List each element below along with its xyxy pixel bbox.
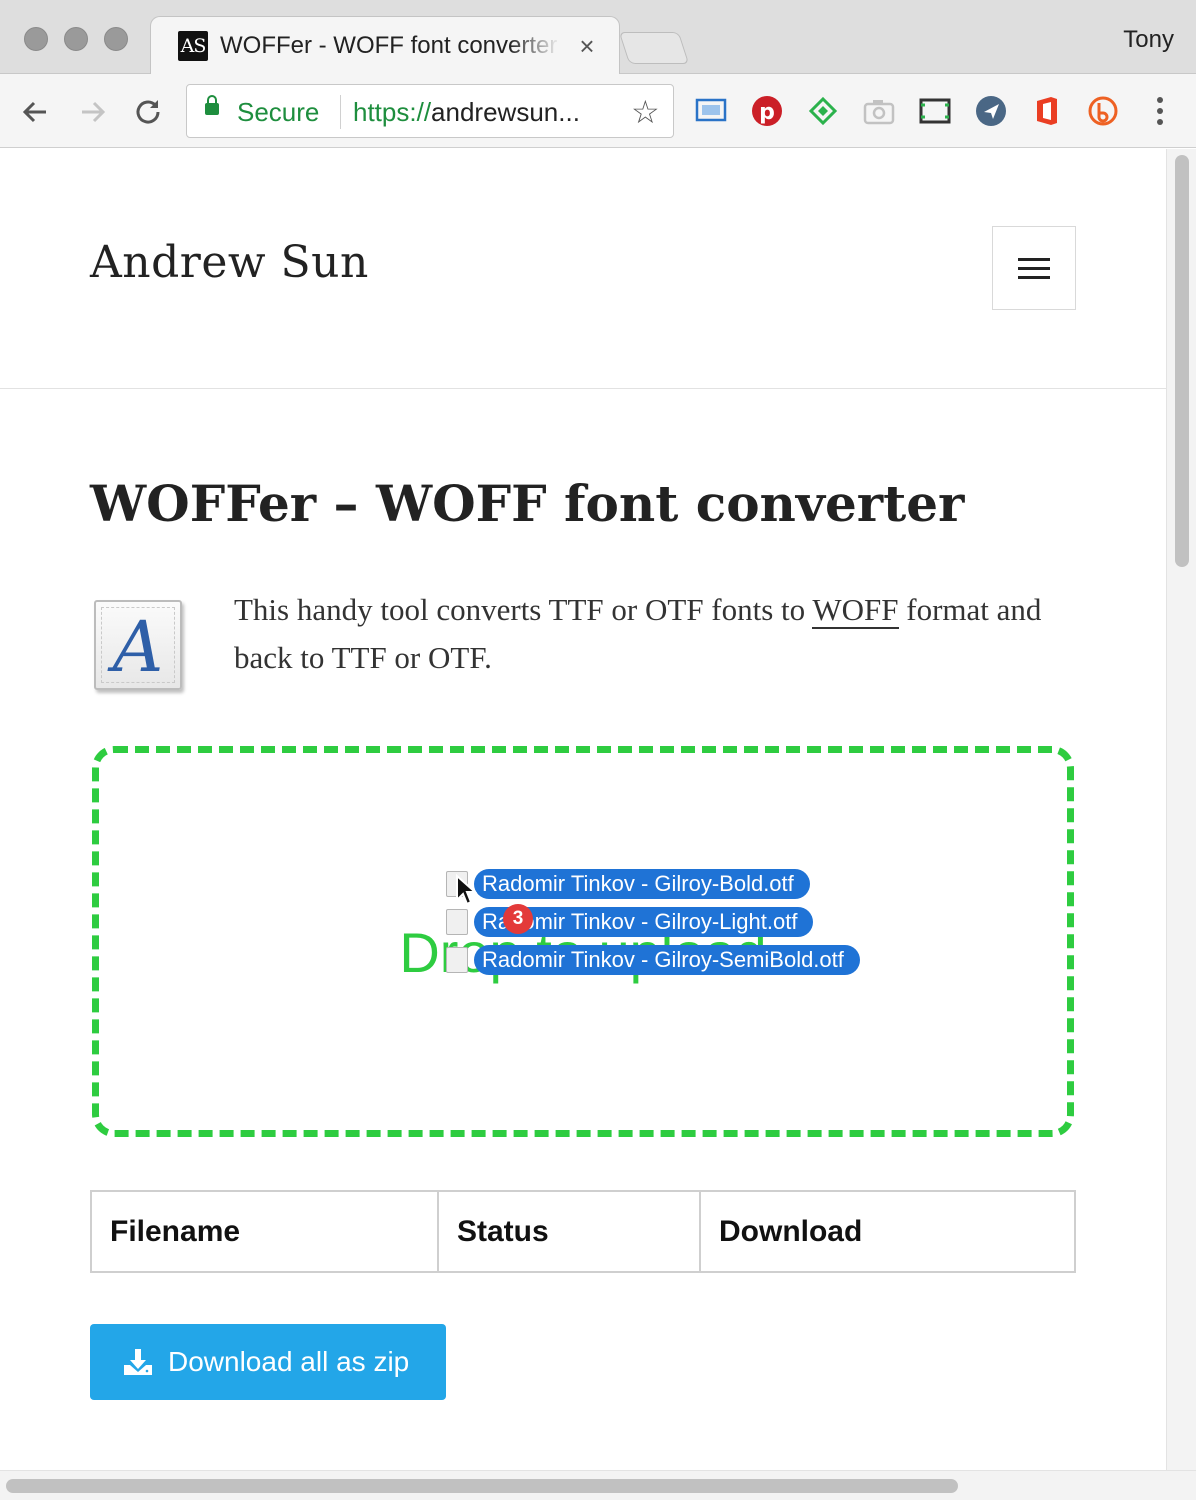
files-table: Filename Status Download <box>90 1190 1076 1273</box>
pinterest-icon[interactable]: p <box>750 94 784 128</box>
lock-icon <box>205 95 219 115</box>
feedly-icon[interactable] <box>806 94 840 128</box>
window-minimize-button[interactable] <box>64 27 88 51</box>
star-icon[interactable]: ☆ <box>631 93 660 131</box>
browser-menu-icon[interactable] <box>1150 94 1170 128</box>
download-icon <box>124 1349 152 1375</box>
vertical-scrollbar[interactable] <box>1166 149 1196 1470</box>
dragged-file-item: Radomir Tinkov - Gilroy-Bold.otf <box>446 869 810 899</box>
page-viewport: Andrew Sun WOFFer – WOFF font converter … <box>0 149 1166 1470</box>
new-tab-button[interactable] <box>618 32 690 64</box>
url-scheme: https:// <box>353 97 432 127</box>
dragged-file-item: Radomir Tinkov - Gilroy-SemiBold.otf <box>446 945 860 975</box>
download-all-zip-label: Download all as zip <box>168 1346 410 1377</box>
cast-screen-icon[interactable] <box>694 94 728 128</box>
reload-icon[interactable] <box>128 92 168 132</box>
bitly-icon[interactable] <box>1086 94 1120 128</box>
send-icon[interactable] <box>974 94 1008 128</box>
profile-name[interactable]: Tony <box>1123 26 1174 54</box>
browser-toolbar: Secure https://andrewsun... ☆ p <box>0 74 1196 148</box>
tab-strip: AS WOFFer - WOFF font converter × Tony <box>0 0 1196 75</box>
font-file-icon: A <box>94 600 182 690</box>
camera-icon[interactable] <box>862 94 896 128</box>
download-all-zip-button[interactable]: Download all as zip <box>90 1324 446 1400</box>
intro-text: This handy tool converts TTF or OTF font… <box>234 586 1054 682</box>
screenshot-icon[interactable] <box>918 94 952 128</box>
drag-count-badge: 3 <box>503 904 533 934</box>
security-label: Secure <box>237 97 320 127</box>
window-zoom-button[interactable] <box>104 27 128 51</box>
horizontal-scrollbar[interactable] <box>0 1470 1196 1500</box>
font-icon-letter: A <box>112 606 164 688</box>
dragged-file-name: Radomir Tinkov - Gilroy-SemiBold.otf <box>474 945 860 975</box>
mouse-cursor-icon <box>456 874 477 906</box>
window-close-button[interactable] <box>24 27 48 51</box>
vertical-scroll-thumb[interactable] <box>1175 155 1189 567</box>
dragged-file-item: Radomir Tinkov - Gilroy-Light.otf <box>446 907 814 937</box>
header-divider <box>0 388 1166 389</box>
office-icon[interactable] <box>1030 94 1064 128</box>
column-header-download: Download <box>699 1190 1076 1273</box>
url-text[interactable]: https://andrewsun... <box>353 97 623 128</box>
hamburger-menu-icon[interactable] <box>992 226 1076 310</box>
forward-arrow-icon[interactable] <box>72 92 112 132</box>
column-header-filename: Filename <box>90 1190 439 1273</box>
file-icon <box>446 947 468 973</box>
tab-title: WOFFer - WOFF font converter <box>220 32 558 59</box>
site-title[interactable]: Andrew Sun <box>90 237 369 288</box>
woff-abbreviation: WOFF <box>812 592 899 629</box>
address-bar[interactable]: Secure https://andrewsun... ☆ <box>186 84 674 138</box>
url-host: andrewsun... <box>431 97 580 127</box>
column-header-status: Status <box>437 1190 701 1273</box>
horizontal-scroll-thumb[interactable] <box>6 1479 958 1493</box>
page-title: WOFFer – WOFF font converter <box>90 474 965 533</box>
file-icon <box>446 909 468 935</box>
tab-close-icon[interactable]: × <box>574 31 600 61</box>
svg-text:p: p <box>759 100 775 125</box>
tab-favicon: AS <box>178 31 208 61</box>
intro-text-part1: This handy tool converts TTF or OTF font… <box>234 592 806 627</box>
omnibox-divider <box>340 95 341 129</box>
dragged-file-name: Radomir Tinkov - Gilroy-Bold.otf <box>474 869 810 899</box>
back-arrow-icon[interactable] <box>16 92 56 132</box>
